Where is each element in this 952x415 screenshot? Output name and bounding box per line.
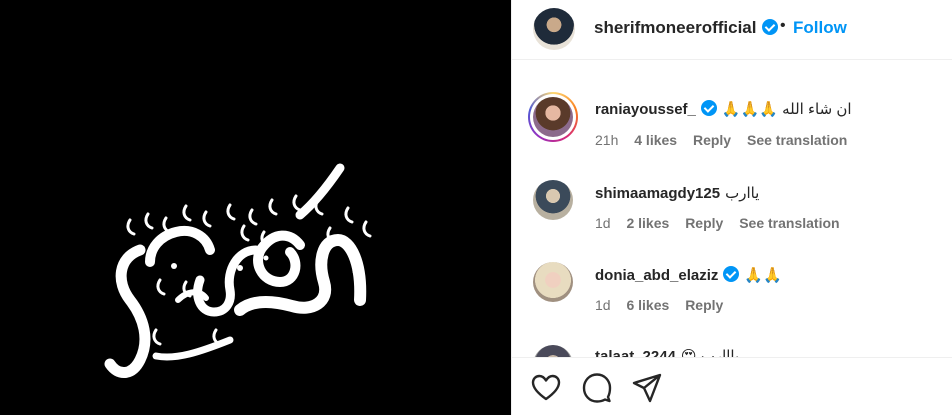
commenter-username[interactable]: donia_abd_elaziz xyxy=(595,267,718,284)
verified-badge-icon xyxy=(761,19,778,35)
author-username[interactable]: sherifmoneerofficial xyxy=(594,18,778,38)
comment-body: 🙏🙏🙏 ان شاء الله xyxy=(721,101,852,118)
separator-dot: • xyxy=(780,17,786,34)
see-translation-button[interactable]: See translation xyxy=(747,132,847,148)
comment-icon[interactable] xyxy=(581,372,613,404)
author-avatar[interactable] xyxy=(533,8,575,50)
author-username-text[interactable]: sherifmoneerofficial xyxy=(594,18,757,37)
reply-button[interactable]: Reply xyxy=(685,297,723,313)
post-image[interactable] xyxy=(0,0,511,415)
commenter-avatar[interactable] xyxy=(533,345,573,357)
comment-time[interactable]: 1d xyxy=(595,297,611,313)
comment-text: talaat_2244 😍 يااارب xyxy=(595,347,739,357)
comment-meta: 1d 2 likes Reply See translation xyxy=(595,215,852,231)
comment-time[interactable]: 1d xyxy=(595,215,611,231)
commenter-username[interactable]: raniayoussef_ xyxy=(595,101,696,118)
commenter-username[interactable]: talaat_2244 xyxy=(595,348,676,357)
comments-list[interactable]: raniayoussef_ 🙏🙏🙏 ان شاء الله 21h 4 likes… xyxy=(512,61,952,357)
commenter-username[interactable]: shimaamagdy125 xyxy=(595,185,720,202)
comment-body: 🙏🙏 xyxy=(744,267,782,284)
reply-button[interactable]: Reply xyxy=(693,132,731,148)
comment-time[interactable]: 21h xyxy=(595,132,618,148)
verified-badge-icon xyxy=(723,266,740,282)
post-header: sherifmoneerofficial • Follow xyxy=(512,0,952,60)
calligraphy-artwork xyxy=(104,163,372,378)
see-translation-button[interactable]: See translation xyxy=(739,215,839,231)
comment-likes[interactable]: 4 likes xyxy=(634,132,677,148)
comment-meta: 21h 4 likes Reply See translation xyxy=(595,132,859,148)
post-actions-bar xyxy=(512,357,952,415)
comment-body: 😍 يااارب xyxy=(680,348,740,357)
follow-button[interactable]: Follow xyxy=(793,18,847,38)
verified-badge-icon xyxy=(700,100,717,116)
comment-text: raniayoussef_ 🙏🙏🙏 ان شاء الله xyxy=(595,100,852,118)
comment-likes[interactable]: 2 likes xyxy=(626,215,669,231)
comment-text: donia_abd_elaziz 🙏🙏 xyxy=(595,266,782,284)
heart-icon[interactable] xyxy=(530,372,562,404)
comment-meta: 1d 6 likes Reply xyxy=(595,297,735,313)
commenter-avatar[interactable] xyxy=(533,180,573,220)
reply-button[interactable]: Reply xyxy=(685,215,723,231)
comment-body: ياارب xyxy=(725,185,760,202)
share-icon[interactable] xyxy=(631,372,663,404)
commenter-avatar[interactable] xyxy=(533,262,573,302)
comment-likes[interactable]: 6 likes xyxy=(626,297,669,313)
post-sidebar: sherifmoneerofficial • Follow raniayouss… xyxy=(511,0,952,415)
comment-text: shimaamagdy125 ياارب xyxy=(595,184,759,202)
commenter-avatar[interactable] xyxy=(533,97,573,137)
